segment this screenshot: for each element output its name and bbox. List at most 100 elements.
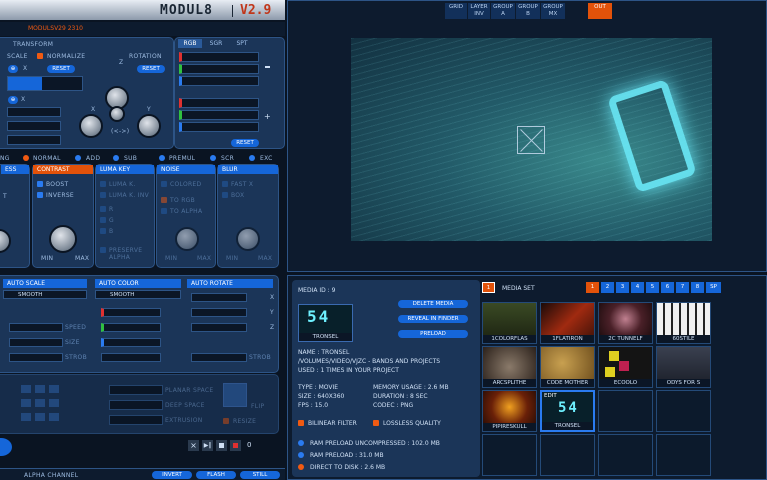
fx1-knob[interactable]: [0, 229, 11, 253]
ram-uncompressed-radio[interactable]: [298, 440, 304, 446]
rotation-x-knob[interactable]: [79, 114, 103, 138]
blend-sub-radio[interactable]: [113, 155, 119, 161]
media-thumb-8[interactable]: ODYS FOR S: [656, 346, 711, 388]
auto-rotate-x-slider[interactable]: [191, 293, 247, 302]
media-side-button[interactable]: 1: [482, 282, 495, 293]
blend-mode-premul[interactable]: PREMUL: [169, 155, 195, 162]
lumak-inv-checkbox[interactable]: [100, 192, 106, 198]
media-thumb-7[interactable]: ECOOLO: [598, 346, 653, 388]
media-thumb-9[interactable]: PIPIRESKULL: [482, 390, 537, 432]
media-set-7[interactable]: 7: [676, 282, 689, 293]
blur-knob[interactable]: [236, 227, 260, 251]
grid-cell[interactable]: [21, 399, 31, 407]
blend-normal-radio[interactable]: [23, 155, 29, 161]
blend-exc-radio[interactable]: [249, 155, 255, 161]
delete-media-button[interactable]: DELETE MEDIA: [398, 300, 468, 308]
preview-tab-out[interactable]: OUT: [588, 3, 612, 19]
flip-grid[interactable]: [223, 383, 247, 407]
auto-color-strob-slider[interactable]: [101, 353, 161, 362]
color2-red-slider[interactable]: [179, 98, 259, 108]
media-thumb-3[interactable]: 2C TUNNELF: [598, 302, 653, 344]
media-thumb-5[interactable]: ARCSPLITHE: [482, 346, 537, 388]
minus-icon[interactable]: [265, 66, 270, 68]
media-set-sp[interactable]: SP: [706, 282, 721, 293]
tab-rgb[interactable]: RGB: [178, 39, 202, 48]
scale-slider[interactable]: [7, 76, 83, 91]
preview-tab-grid[interactable]: GRID: [445, 3, 467, 19]
media-set-6[interactable]: 6: [661, 282, 674, 293]
color-red-slider[interactable]: [179, 52, 259, 62]
media-slot-empty[interactable]: [656, 434, 711, 476]
lumak-checkbox[interactable]: [100, 181, 106, 187]
planar-space-slider[interactable]: [109, 385, 163, 395]
plus-icon[interactable]: +: [264, 112, 271, 121]
b-checkbox[interactable]: [100, 228, 106, 234]
auto-rotate-z-slider[interactable]: [191, 323, 247, 332]
auto-scale-mode-select[interactable]: SMOOTH: [3, 290, 87, 299]
preview-tab-group-a[interactable]: GROUP A: [491, 3, 515, 19]
auto-rotate-strob-slider[interactable]: [191, 353, 247, 362]
r-checkbox[interactable]: [100, 206, 106, 212]
rotation-center-knob[interactable]: [109, 106, 125, 122]
contrast-knob[interactable]: [49, 225, 77, 253]
auto-scale-speed-slider[interactable]: [9, 323, 63, 332]
blend-mode-add[interactable]: ADD: [86, 155, 100, 162]
tab-spt[interactable]: SPT: [230, 39, 254, 48]
blend-mode-sub[interactable]: SUB: [124, 155, 137, 162]
blend-add-radio[interactable]: [75, 155, 81, 161]
inverse-checkbox[interactable]: [37, 192, 43, 198]
resize-checkbox[interactable]: [223, 418, 229, 424]
ram-preload-radio[interactable]: [298, 452, 304, 458]
normalize-checkbox[interactable]: [37, 53, 43, 59]
close-icon[interactable]: ×: [188, 440, 199, 451]
media-slot-empty[interactable]: [656, 390, 711, 432]
preserve-alpha-checkbox[interactable]: [100, 247, 106, 253]
color-green-slider[interactable]: [179, 64, 259, 74]
fast-x-checkbox[interactable]: [222, 181, 228, 187]
stop-icon[interactable]: [216, 440, 227, 451]
to-rgb-checkbox[interactable]: [161, 197, 167, 203]
media-slot-empty[interactable]: [540, 434, 595, 476]
media-slot-empty[interactable]: [598, 390, 653, 432]
still-button[interactable]: STILL: [240, 471, 280, 479]
auto-color-green-slider[interactable]: [101, 323, 161, 332]
side-handle[interactable]: [0, 438, 12, 456]
auto-scale-strob-slider[interactable]: [9, 353, 63, 362]
direct-to-disk-radio[interactable]: [298, 464, 304, 470]
rotation-y-knob[interactable]: [137, 114, 161, 138]
auto-color-red-slider[interactable]: [101, 308, 161, 317]
grid-cell[interactable]: [35, 399, 45, 407]
media-slot-empty[interactable]: [482, 434, 537, 476]
blend-mode-exc[interactable]: EXC: [260, 155, 273, 162]
scale-lock-button[interactable]: ⊕: [8, 65, 18, 73]
scale-reset-button[interactable]: RESET: [47, 65, 75, 73]
grid-cell[interactable]: [49, 385, 59, 393]
play-pause-icon[interactable]: ▶‖: [202, 440, 213, 451]
color-blue-slider[interactable]: [179, 76, 259, 86]
media-set-4[interactable]: 4: [631, 282, 644, 293]
rotation-reset-button[interactable]: RESET: [137, 65, 165, 73]
deep-space-slider[interactable]: [109, 400, 163, 410]
invert-button[interactable]: INVERT: [152, 471, 192, 479]
boost-checkbox[interactable]: [37, 181, 43, 187]
media-set-2[interactable]: 2: [601, 282, 614, 293]
xy-lock-button[interactable]: ⊕: [8, 96, 18, 104]
grid-cell[interactable]: [21, 413, 31, 421]
box-checkbox[interactable]: [222, 192, 228, 198]
blend-mode-scr[interactable]: SCR: [221, 155, 234, 162]
auto-scale-size-slider[interactable]: [9, 338, 63, 347]
tab-sgr[interactable]: SGR: [204, 39, 228, 48]
blend-mode-ng[interactable]: NG: [0, 155, 10, 162]
blend-mode-normal[interactable]: NORMAL: [33, 155, 61, 162]
to-alpha-checkbox[interactable]: [161, 208, 167, 214]
reveal-in-finder-button[interactable]: REVEAL IN FINDER: [398, 315, 468, 323]
lossless-quality-checkbox[interactable]: [373, 420, 379, 426]
media-thumb-6[interactable]: CODE MOTHER: [540, 346, 595, 388]
preview-tab-group-b[interactable]: GROUP B: [516, 3, 540, 19]
flash-button[interactable]: FLASH: [196, 471, 236, 479]
grid-cell[interactable]: [35, 413, 45, 421]
bilinear-filter-checkbox[interactable]: [298, 420, 304, 426]
noise-knob[interactable]: [175, 227, 199, 251]
auto-rotate-y-slider[interactable]: [191, 308, 247, 317]
media-slot-empty[interactable]: [598, 434, 653, 476]
